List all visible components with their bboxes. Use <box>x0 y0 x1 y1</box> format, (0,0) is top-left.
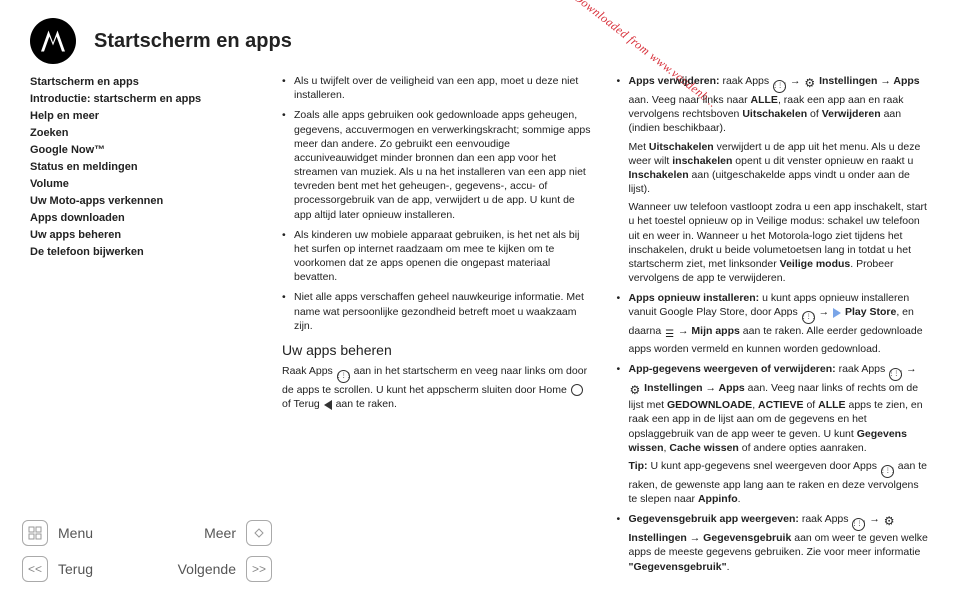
apps-grid-icon: ⋮⋮⋮ <box>852 518 865 531</box>
gear-icon <box>804 75 815 91</box>
bullet-item: App-gegevens weergeven of verwijderen: r… <box>617 362 930 506</box>
sidebar-item[interactable]: Uw apps beheren <box>30 227 260 244</box>
page-nav: Menu Meer << Terug Volgende >> <box>22 510 272 582</box>
section-heading: Uw apps beheren <box>282 341 595 360</box>
apps-grid-icon: ⋮⋮⋮ <box>773 80 786 93</box>
bullet-item: Niet alle apps verschaffen geheel nauwke… <box>282 290 595 333</box>
arrow-icon <box>869 513 880 525</box>
apps-grid-icon: ⋮⋮⋮ <box>881 465 894 478</box>
apps-grid-icon: ⋮⋮⋮ <box>802 311 815 324</box>
motorola-logo <box>30 18 76 64</box>
page-title: Startscherm en apps <box>94 30 292 53</box>
sidebar-item[interactable]: Status en meldingen <box>30 159 260 176</box>
home-icon <box>571 384 583 396</box>
gear-icon <box>884 513 895 529</box>
menu-label[interactable]: Menu <box>58 525 93 541</box>
bullet-item: Apps opnieuw installeren: u kunt apps op… <box>617 291 930 356</box>
bullet-item: Zoals alle apps gebruiken ook gedownload… <box>282 108 595 221</box>
arrow-icon <box>906 363 917 375</box>
arrow-icon <box>880 75 891 87</box>
lead-paragraph: Raak Apps ⋮⋮⋮ aan in het startscherm en … <box>282 364 595 411</box>
bullet-item: Gegevensgebruik app weergeven: raak Apps… <box>617 512 930 574</box>
sidebar-item[interactable]: Help en meer <box>30 108 260 125</box>
bullet-item: Als kinderen uw mobiele apparaat gebruik… <box>282 228 595 285</box>
menu-icon[interactable] <box>22 520 48 546</box>
prev-page-button[interactable]: << <box>22 556 48 582</box>
bullet-item: Als u twijfelt over de veiligheid van ee… <box>282 74 595 102</box>
arrow-icon <box>690 532 701 544</box>
next-page-button[interactable]: >> <box>246 556 272 582</box>
next-label[interactable]: Volgende <box>178 561 236 577</box>
arrow-icon <box>790 75 801 87</box>
page-header: Startscherm en apps <box>30 18 929 64</box>
sidebar-item[interactable]: Google Now™ <box>30 142 260 159</box>
arrow-icon <box>819 306 830 318</box>
sidebar-item[interactable]: Volume <box>30 176 260 193</box>
topic-sidebar: Startscherm en apps Introductie: startsc… <box>30 74 260 262</box>
sidebar-item[interactable]: De telefoon bijwerken <box>30 244 260 261</box>
sidebar-item[interactable]: Introductie: startscherm en apps <box>30 91 260 108</box>
bullet-item: Apps verwijderen: raak Apps ⋮⋮⋮ Instelli… <box>617 74 930 285</box>
sidebar-item[interactable]: Uw Moto-apps verkennen <box>30 193 260 210</box>
apps-grid-icon: ⋮⋮⋮ <box>889 368 902 381</box>
hamburger-icon <box>665 327 674 342</box>
apps-grid-icon: ⋮⋮⋮ <box>337 370 350 383</box>
more-icon[interactable] <box>246 520 272 546</box>
main-content: Als u twijfelt over de veiligheid van ee… <box>282 74 929 574</box>
sidebar-item[interactable]: Zoeken <box>30 125 260 142</box>
sidebar-item[interactable]: Startscherm en apps <box>30 74 260 91</box>
more-label[interactable]: Meer <box>204 525 236 541</box>
arrow-icon <box>705 382 716 394</box>
back-label[interactable]: Terug <box>58 561 93 577</box>
back-icon <box>324 400 332 410</box>
gear-icon <box>630 382 641 398</box>
sidebar-item[interactable]: Apps downloaden <box>30 210 260 227</box>
play-store-icon <box>833 308 841 318</box>
arrow-icon <box>678 325 689 337</box>
